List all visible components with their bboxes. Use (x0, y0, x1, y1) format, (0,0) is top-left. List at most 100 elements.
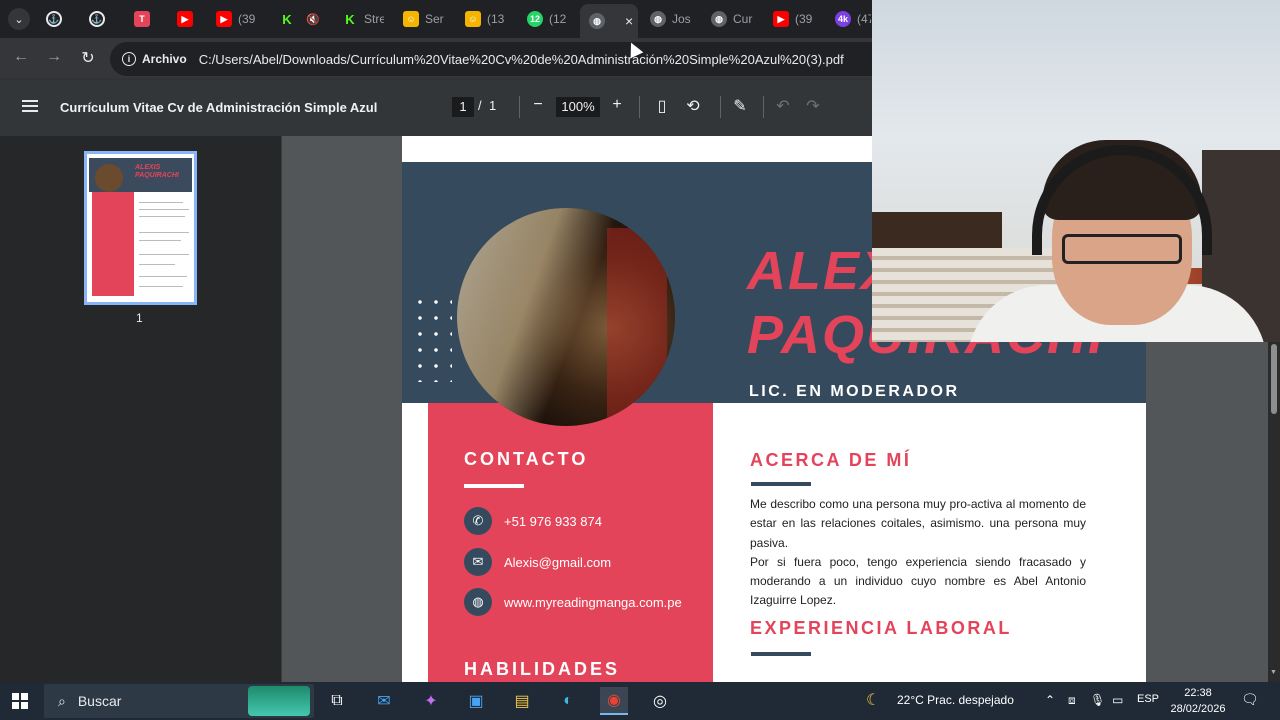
chevron-up-icon[interactable]: ⌃ (1045, 693, 1055, 707)
redo-icon[interactable]: ↷ (803, 96, 823, 116)
about-paragraph-1: Me describo como una persona muy pro-act… (750, 497, 1086, 550)
thumb-line (139, 240, 181, 241)
account-icon: ⚓ (46, 11, 62, 27)
tab-10[interactable]: ☺ (13 (465, 4, 507, 34)
rotate-icon[interactable]: ⟲ (683, 96, 703, 116)
microphone-icon[interactable]: 🎙 (1090, 693, 1105, 707)
page-thumbnail[interactable]: ALEXIS PAQUIRACHI (84, 151, 197, 305)
info-icon: i (122, 52, 136, 66)
phone-text: +51 976 933 874 (504, 513, 602, 529)
experience-heading: EXPERIENCIA LABORAL (750, 618, 1012, 638)
undo-icon[interactable]: ↶ (773, 96, 793, 116)
edge-icon[interactable]: ◐ (554, 687, 582, 715)
tray-app-icon[interactable]: ⧈ (1068, 693, 1076, 708)
webcam-overlay (872, 0, 1280, 342)
tab-8-label: Stre (364, 12, 384, 26)
tab-6[interactable]: K (279, 4, 299, 34)
contact-phone: ✆ +51 976 933 874 (464, 507, 602, 535)
chrome-icon[interactable]: ◉ (600, 687, 628, 715)
annotate-icon[interactable]: ✎ (730, 96, 750, 116)
notification-icon[interactable]: 🗨 (1241, 691, 1259, 708)
tab-5[interactable]: ▶ (39 (216, 4, 258, 34)
tab-3[interactable]: T (134, 4, 160, 34)
menu-icon[interactable] (22, 100, 38, 112)
tab-7[interactable]: 🔇 (305, 4, 325, 34)
network-icon[interactable]: ▭ (1112, 693, 1123, 707)
scroll-down-icon[interactable]: ▼ (1270, 669, 1277, 676)
tab-5-label: (39 (238, 12, 256, 26)
heading-underline (751, 652, 811, 656)
zoom-input[interactable]: 100% (556, 97, 600, 117)
tab-10-label: (13 (487, 12, 505, 26)
tab-16[interactable]: 4k (47 (835, 4, 871, 34)
tab-15[interactable]: ▶ (39 (773, 4, 815, 34)
about-text: Me describo como una persona muy pro-act… (750, 495, 1086, 611)
youtube-icon: ▶ (216, 11, 232, 27)
pdf-title: Currículum Vitae Cv de Administración Si… (60, 100, 378, 115)
tab-11[interactable]: 12 (12 (527, 4, 569, 34)
language-indicator[interactable]: ESP (1137, 693, 1159, 705)
zoom-out-icon[interactable]: − (528, 96, 548, 114)
clock[interactable]: 22:38 28/02/2026 (1168, 685, 1228, 717)
windows-start-icon[interactable] (12, 693, 28, 709)
thumb-line (139, 216, 185, 217)
tab-16-label: (47 (857, 12, 871, 26)
kick-icon: K (279, 11, 295, 27)
forward-arrow-icon[interactable]: → (43, 48, 65, 66)
tab-14-label: Cur (733, 12, 753, 26)
back-arrow-icon[interactable]: ← (10, 48, 32, 66)
thumb-line (139, 264, 175, 265)
thumbnail-sidebar: ALEXIS PAQUIRACHI 1 (0, 136, 282, 682)
zoom-in-icon[interactable]: + (607, 96, 627, 114)
file-chip-label: Archivo (142, 52, 187, 66)
decorative-dots (412, 294, 452, 382)
tab-4[interactable]: ▶ (177, 4, 203, 34)
task-view-icon[interactable]: ⧉ (323, 687, 351, 715)
contact-web: ◍ www.myreadingmanga.com.pe (464, 588, 682, 616)
thumb-line (139, 232, 189, 233)
thumb-line (139, 286, 183, 287)
tab-close-icon[interactable]: × (625, 13, 633, 29)
tab-search-icon[interactable]: ⌄ (8, 8, 30, 30)
taskbar: ⌕ Buscar ⧉ ✉ ✦ ▣ ▤ ◐ ◉ ◎ ☾ 22°C Prac. de… (0, 682, 1280, 720)
file-chip[interactable]: i Archivo (122, 52, 199, 66)
thumb-line (139, 254, 189, 255)
clock-time: 22:38 (1184, 687, 1212, 699)
thumb-sidebar (92, 192, 134, 296)
phone-icon: ✆ (464, 507, 492, 535)
tab-1[interactable]: ⚓ (46, 4, 72, 34)
avatar-icon: 4k (835, 11, 851, 27)
clock-date: 28/02/2026 (1170, 703, 1226, 715)
taskbar-search[interactable]: ⌕ Buscar (44, 684, 314, 718)
store-icon[interactable]: ▣ (462, 687, 490, 715)
obs-icon[interactable]: ◎ (646, 687, 674, 715)
folder-icon[interactable]: ▤ (508, 687, 536, 715)
search-highlight-image (248, 686, 310, 716)
fit-page-icon[interactable]: ▯ (652, 96, 672, 116)
thumb-line (139, 209, 189, 210)
divider (639, 96, 640, 118)
heading-underline (751, 482, 811, 486)
reload-icon[interactable]: ↻ (77, 48, 99, 68)
tab-2[interactable]: ⚓ (89, 4, 115, 34)
tab-15-label: (39 (795, 12, 813, 26)
thumb-line (139, 202, 183, 203)
tab-13[interactable]: ◍ Jos (650, 4, 692, 34)
mute-icon: 🔇 (305, 11, 321, 27)
tab-9[interactable]: ☺ Ser (403, 4, 445, 34)
scrollbar-thumb[interactable] (1271, 344, 1277, 414)
weather-text[interactable]: 22°C Prac. despejado (897, 693, 1014, 707)
tab-active[interactable]: ◍ × (580, 4, 638, 38)
page-number-input[interactable]: 1 (452, 97, 474, 117)
thumb-photo (95, 164, 123, 192)
tab-14[interactable]: ◍ Cur (711, 4, 753, 34)
page-separator: / (478, 98, 482, 113)
tab-8[interactable]: K Stre (342, 4, 384, 34)
divider (720, 96, 721, 118)
outlook-icon[interactable]: ✉ (370, 687, 398, 715)
cv-role: LIC. EN MODERADOR (749, 383, 960, 400)
webcam-background (872, 212, 1002, 252)
tab-9-label: Ser (425, 12, 444, 26)
globe-icon: ◍ (711, 11, 727, 27)
copilot-icon[interactable]: ✦ (417, 687, 445, 715)
